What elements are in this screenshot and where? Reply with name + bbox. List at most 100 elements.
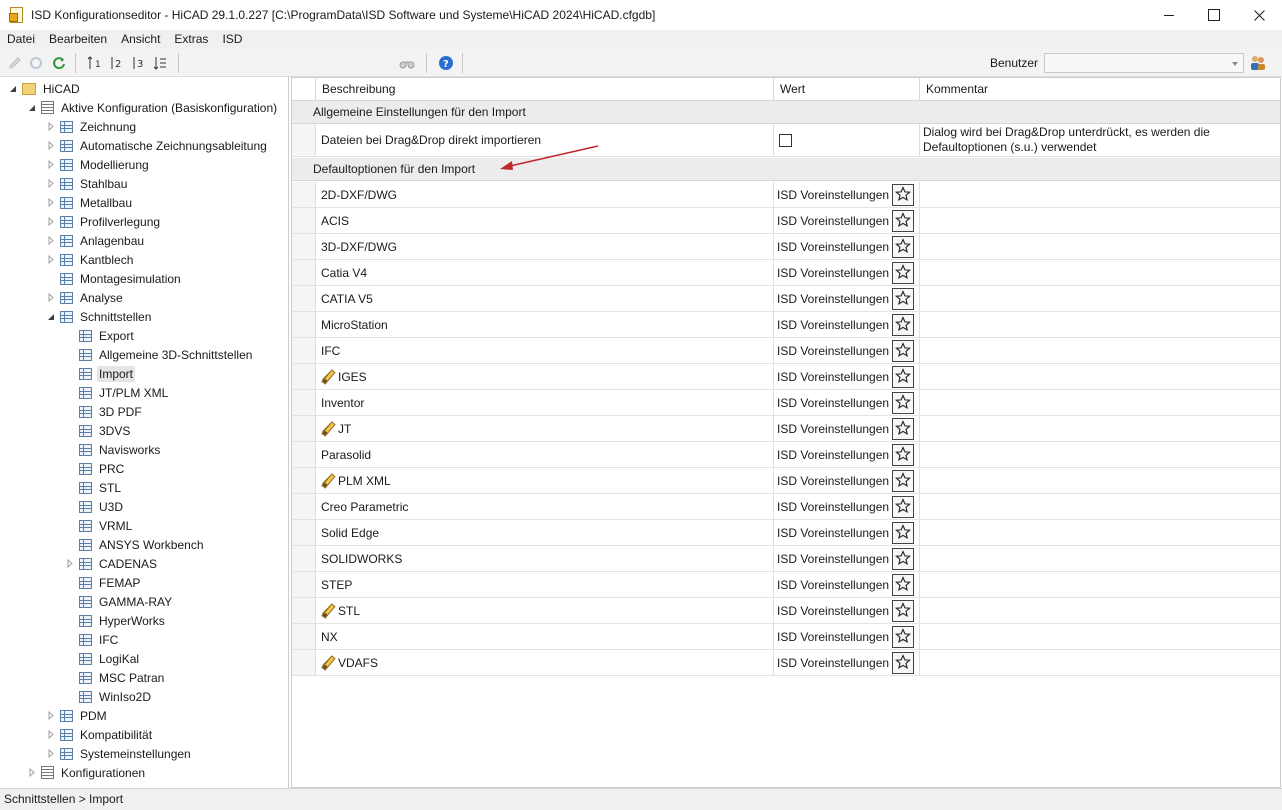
favorite-star-button[interactable]: [892, 496, 914, 518]
tree-item[interactable]: Stahlbau: [46, 174, 129, 193]
binoculars-icon[interactable]: [398, 54, 416, 72]
expand-triangle-icon[interactable]: [46, 179, 56, 189]
favorite-star-button[interactable]: [892, 574, 914, 596]
expand-triangle-icon[interactable]: [46, 217, 56, 227]
cell-value[interactable]: ISD Voreinstellungen: [774, 260, 920, 285]
table-row[interactable]: STEP ISD Voreinstellungen: [292, 572, 1280, 598]
expand-triangle-icon[interactable]: [46, 141, 56, 151]
table-row[interactable]: ACIS ISD Voreinstellungen: [292, 208, 1280, 234]
cell-value[interactable]: ISD Voreinstellungen: [774, 572, 920, 597]
favorite-star-button[interactable]: [892, 392, 914, 414]
favorite-star-button[interactable]: [892, 340, 914, 362]
tree-item[interactable]: PDM: [46, 706, 109, 725]
menu-ansicht[interactable]: Ansicht: [114, 30, 167, 49]
cell-value[interactable]: ISD Voreinstellungen: [774, 286, 920, 311]
table-row[interactable]: VDAFS ISD Voreinstellungen: [292, 650, 1280, 676]
table-row[interactable]: IFC ISD Voreinstellungen: [292, 338, 1280, 364]
group-header-general[interactable]: Allgemeine Einstellungen für den Import: [292, 101, 1280, 124]
expand-triangle-icon[interactable]: [46, 198, 56, 208]
cell-value[interactable]: ISD Voreinstellungen: [774, 520, 920, 545]
expand-triangle-icon[interactable]: [27, 768, 37, 778]
cell-value[interactable]: ISD Voreinstellungen: [774, 234, 920, 259]
favorite-star-button[interactable]: [892, 288, 914, 310]
favorite-star-button[interactable]: [892, 652, 914, 674]
collapse-triangle-icon[interactable]: [27, 103, 37, 113]
tree-item[interactable]: Montagesimulation: [46, 269, 183, 288]
favorite-star-button[interactable]: [892, 366, 914, 388]
table-row[interactable]: NX ISD Voreinstellungen: [292, 624, 1280, 650]
configuration-tree[interactable]: HiCAD Aktive Konfiguration (Basiskonfigur…: [0, 77, 289, 788]
tree-item[interactable]: Analyse: [46, 288, 125, 307]
cell-value[interactable]: ISD Voreinstellungen: [774, 390, 920, 415]
tree-item[interactable]: JT/PLM XML: [65, 383, 170, 402]
tree-item[interactable]: Anlagenbau: [46, 231, 146, 250]
table-row[interactable]: STL ISD Voreinstellungen: [292, 598, 1280, 624]
cell-value[interactable]: ISD Voreinstellungen: [774, 624, 920, 649]
table-row[interactable]: 3D-DXF/DWG ISD Voreinstellungen: [292, 234, 1280, 260]
maximize-button[interactable]: [1191, 0, 1237, 30]
menu-datei[interactable]: Datei: [0, 30, 42, 49]
favorite-star-button[interactable]: [892, 600, 914, 622]
expand-level-1-icon[interactable]: 1: [86, 54, 104, 72]
edit-pencil-icon[interactable]: [6, 54, 24, 72]
favorite-star-button[interactable]: [892, 236, 914, 258]
menu-extras[interactable]: Extras: [167, 30, 215, 49]
favorite-star-button[interactable]: [892, 626, 914, 648]
cell-value[interactable]: ISD Voreinstellungen: [774, 416, 920, 441]
drag-drop-import-checkbox[interactable]: [779, 133, 792, 147]
tree-item[interactable]: PRC: [65, 459, 126, 478]
tree-item[interactable]: Systemeinstellungen: [46, 744, 193, 763]
tree-item[interactable]: HiCAD: [8, 79, 82, 98]
expand-triangle-icon[interactable]: [46, 711, 56, 721]
favorite-star-button[interactable]: [892, 184, 914, 206]
favorite-star-button[interactable]: [892, 548, 914, 570]
tree-item[interactable]: Konfigurationen: [27, 763, 147, 782]
favorite-star-button[interactable]: [892, 444, 914, 466]
favorite-star-button[interactable]: [892, 262, 914, 284]
refresh-icon[interactable]: [50, 54, 68, 72]
favorite-star-button[interactable]: [892, 210, 914, 232]
cell-value[interactable]: ISD Voreinstellungen: [774, 338, 920, 363]
tree-item[interactable]: Schnittstellen: [46, 307, 153, 326]
cell-value[interactable]: ISD Voreinstellungen: [774, 182, 920, 207]
tree-item[interactable]: Profilverlegung: [46, 212, 162, 231]
tree-item[interactable]: Zeichnung: [46, 117, 138, 136]
tree-item[interactable]: Automatische Zeichnungsableitung: [46, 136, 269, 155]
table-row[interactable]: Catia V4 ISD Voreinstellungen: [292, 260, 1280, 286]
table-row[interactable]: Solid Edge ISD Voreinstellungen: [292, 520, 1280, 546]
tree-item[interactable]: Kantblech: [46, 250, 135, 269]
tree-item[interactable]: STL: [65, 478, 123, 497]
menu-isd[interactable]: ISD: [215, 30, 249, 49]
cell-value[interactable]: ISD Voreinstellungen: [774, 364, 920, 389]
expand-level-3-icon[interactable]: 3: [130, 54, 148, 72]
close-button[interactable]: [1236, 0, 1282, 30]
tree-item[interactable]: U3D: [65, 497, 125, 516]
tree-item[interactable]: Import: [65, 364, 136, 383]
cell-value[interactable]: ISD Voreinstellungen: [774, 208, 920, 233]
tree-item[interactable]: IFC: [65, 630, 120, 649]
collapse-triangle-icon[interactable]: [8, 84, 18, 94]
users-icon[interactable]: [1249, 54, 1266, 71]
expand-all-icon[interactable]: [152, 54, 170, 72]
favorite-star-button[interactable]: [892, 418, 914, 440]
expand-triangle-icon[interactable]: [46, 730, 56, 740]
tree-item[interactable]: HyperWorks: [65, 611, 167, 630]
collapse-triangle-icon[interactable]: [46, 312, 56, 322]
table-row[interactable]: MicroStation ISD Voreinstellungen: [292, 312, 1280, 338]
favorite-star-button[interactable]: [892, 470, 914, 492]
tree-item[interactable]: Aktive Konfiguration (Basiskonfiguration…: [27, 98, 279, 117]
tree-item[interactable]: VRML: [65, 516, 134, 535]
table-row[interactable]: SOLIDWORKS ISD Voreinstellungen: [292, 546, 1280, 572]
favorite-star-button[interactable]: [892, 314, 914, 336]
cell-value[interactable]: ISD Voreinstellungen: [774, 546, 920, 571]
tree-item[interactable]: Kompatibilität: [46, 725, 154, 744]
expand-triangle-icon[interactable]: [46, 749, 56, 759]
column-header-wert[interactable]: Wert: [774, 78, 920, 101]
expand-triangle-icon[interactable]: [46, 236, 56, 246]
cell-value[interactable]: ISD Voreinstellungen: [774, 468, 920, 493]
tree-item[interactable]: Navisworks: [65, 440, 162, 459]
cell-value[interactable]: [774, 124, 920, 156]
cell-value[interactable]: ISD Voreinstellungen: [774, 650, 920, 675]
tree-item[interactable]: Allgemeine 3D-Schnittstellen: [65, 345, 254, 364]
tree-item[interactable]: CADENAS: [65, 554, 159, 573]
